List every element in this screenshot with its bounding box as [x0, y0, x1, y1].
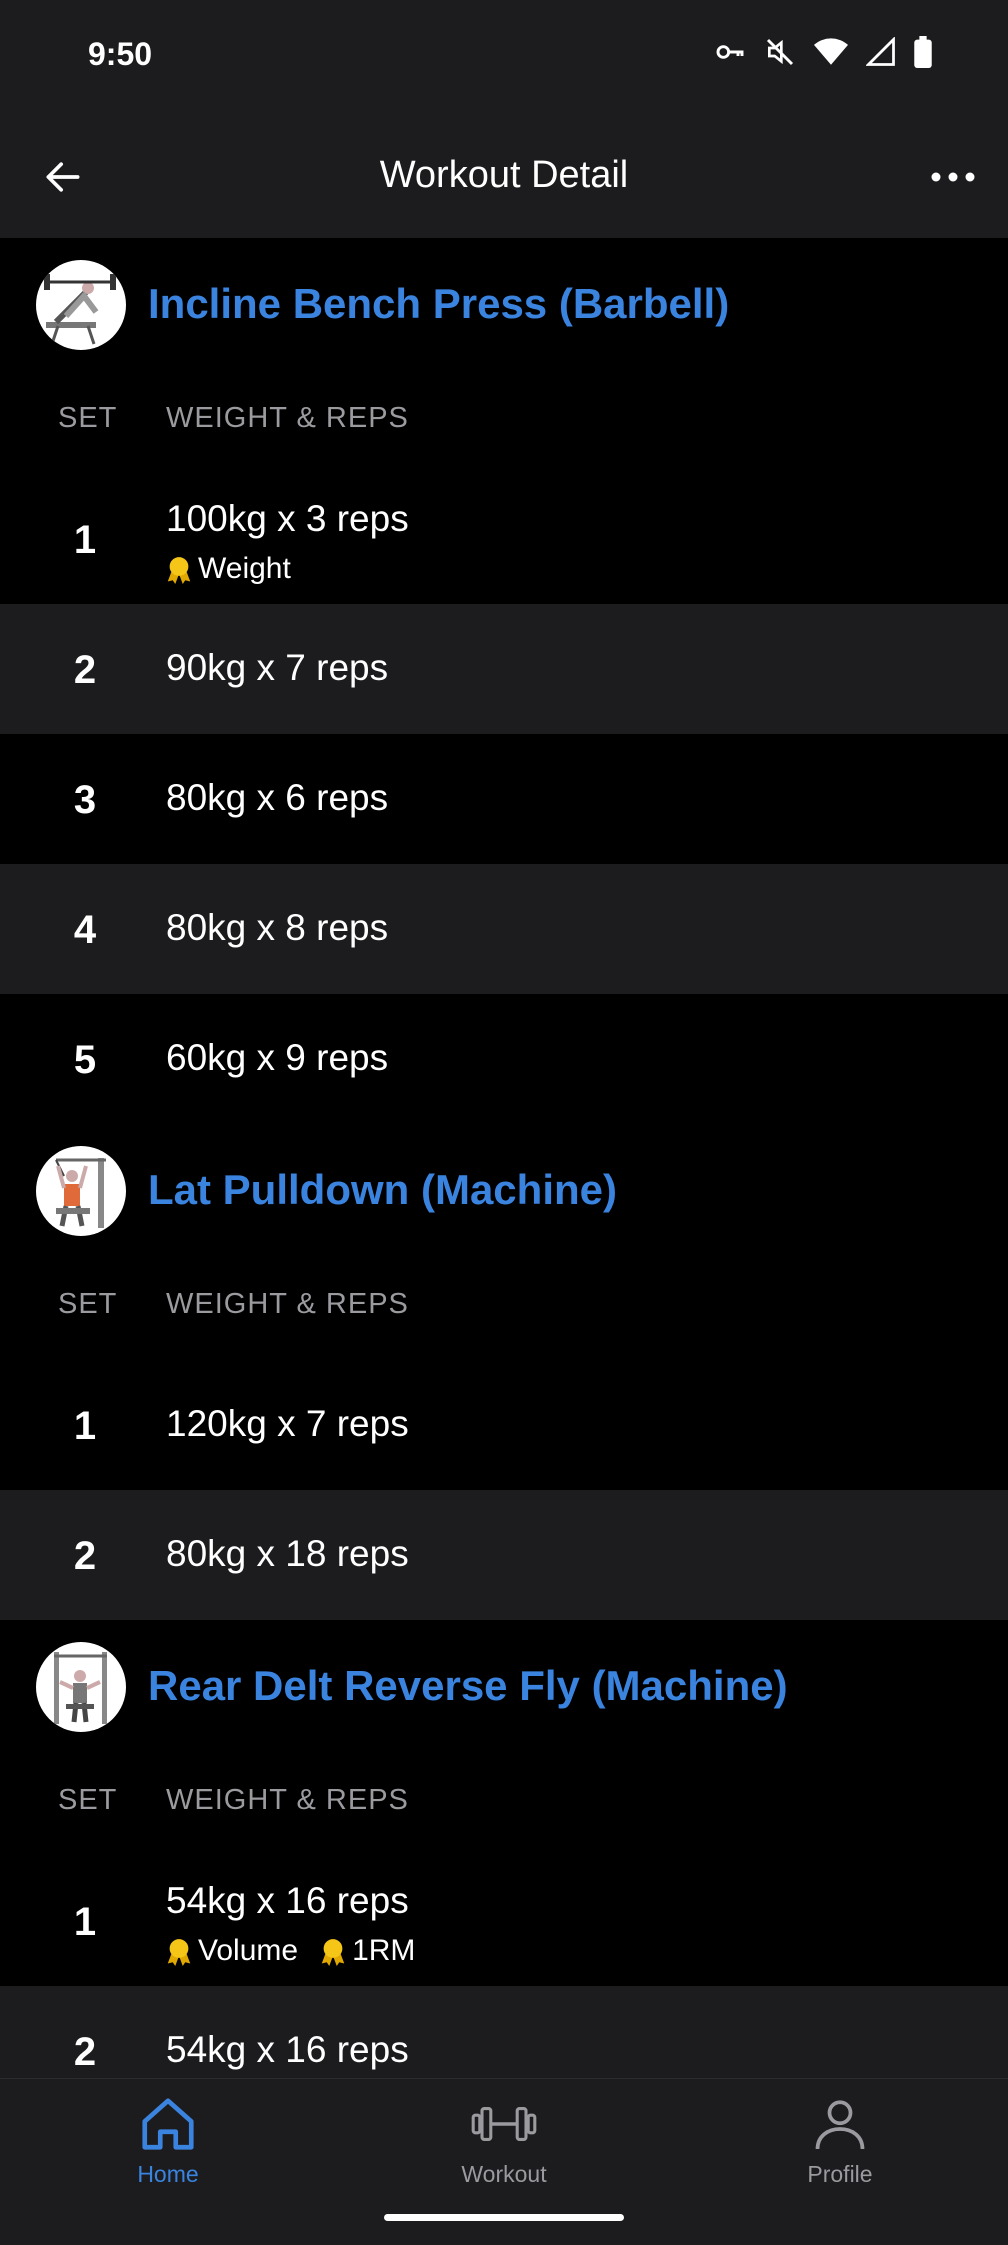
dumbbell-icon — [404, 2089, 604, 2159]
battery-icon — [914, 36, 932, 68]
exercise-thumbnail[interactable] — [36, 260, 126, 350]
set-number: 1 — [73, 518, 97, 562]
exercise-title[interactable]: Rear Delt Reverse Fly (Machine) — [148, 1662, 788, 1710]
set-weight-reps: 90kg x 7 reps — [166, 647, 389, 688]
set-number: 1 — [73, 1404, 97, 1448]
set-table-header: SET WEIGHT & REPS — [0, 1258, 1008, 1360]
wifi-icon — [814, 37, 848, 67]
medal-icon — [321, 1939, 345, 1966]
badge-label: Volume — [198, 1934, 299, 1967]
set-weight-reps: 54kg x 16 reps — [166, 2029, 409, 2070]
set-number: 5 — [73, 1038, 97, 1082]
set-weight-reps: 120kg x 7 reps — [166, 1403, 409, 1444]
page-title: Workout Detail — [379, 154, 629, 196]
set-row[interactable]: 3 80kg x 6 reps — [0, 734, 1008, 864]
set-row[interactable]: 2 90kg x 7 reps — [0, 604, 1008, 734]
set-row[interactable]: 1 120kg x 7 reps — [0, 1360, 1008, 1490]
exercise-card: Incline Bench Press (Barbell) SET WEIGHT… — [0, 238, 1008, 1124]
status-bar: 9:50 — [0, 0, 1008, 118]
set-column-label: SET — [58, 402, 118, 434]
nav-label-profile: Profile — [807, 2161, 873, 2187]
record-badge: Weight — [164, 552, 291, 586]
set-column-label: SET — [58, 1784, 118, 1816]
home-icon — [68, 2089, 268, 2159]
exercise-card: Rear Delt Reverse Fly (Machine) SET WEIG… — [0, 1620, 1008, 2078]
more-horizontal-icon — [930, 170, 976, 188]
set-row[interactable]: 1 54kg x 16 reps Volume 1RM — [0, 1856, 1008, 1986]
mute-icon — [764, 36, 796, 68]
set-number: 1 — [73, 1900, 97, 1944]
nav-label-home: Home — [137, 2161, 199, 2187]
set-weight-reps: 80kg x 6 reps — [166, 777, 389, 818]
set-weight-reps: 80kg x 18 reps — [166, 1533, 409, 1574]
status-time: 9:50 — [88, 36, 153, 72]
nav-item-home[interactable]: Home — [68, 2089, 268, 2199]
record-badges: Volume 1RM — [164, 1934, 415, 1968]
signal-icon — [866, 37, 896, 67]
bottom-navigation: Home Workout Profile — [0, 2078, 1008, 2245]
medal-icon — [167, 1939, 191, 1966]
more-options-button[interactable] — [924, 150, 982, 208]
weight-reps-column-label: WEIGHT & REPS — [166, 1288, 409, 1320]
set-row[interactable]: 2 80kg x 18 reps — [0, 1490, 1008, 1620]
vpn-key-icon — [714, 36, 746, 68]
set-weight-reps: 100kg x 3 reps — [166, 498, 409, 539]
rear-delt-fly-illustration — [54, 1652, 107, 1724]
exercise-header: Lat Pulldown (Machine) — [0, 1124, 1008, 1258]
set-table-header: SET WEIGHT & REPS — [0, 1754, 1008, 1856]
set-weight-reps: 54kg x 16 reps — [166, 1880, 409, 1921]
set-row[interactable]: 1 100kg x 3 reps Weight — [0, 474, 1008, 604]
exercise-title[interactable]: Lat Pulldown (Machine) — [148, 1166, 617, 1214]
exercise-thumbnail[interactable] — [36, 1642, 126, 1732]
set-number: 2 — [73, 648, 97, 692]
nav-label-workout: Workout — [461, 2161, 547, 2187]
person-icon — [740, 2089, 940, 2159]
set-weight-reps: 60kg x 9 reps — [166, 1037, 389, 1078]
badge-label: Weight — [198, 552, 291, 585]
nav-item-profile[interactable]: Profile — [740, 2089, 940, 2199]
exercise-header: Rear Delt Reverse Fly (Machine) — [0, 1620, 1008, 1754]
record-badge: 1RM — [318, 1934, 415, 1968]
medal-icon — [167, 557, 191, 584]
exercise-thumbnail[interactable] — [36, 1146, 126, 1236]
set-number: 2 — [73, 1534, 97, 1578]
set-column-label: SET — [58, 1288, 118, 1320]
incline-bench-illustration — [44, 274, 116, 345]
weight-reps-column-label: WEIGHT & REPS — [166, 402, 409, 434]
set-weight-reps: 80kg x 8 reps — [166, 907, 389, 948]
set-number: 2 — [73, 2030, 97, 2074]
record-badge: Volume — [164, 1934, 298, 1968]
record-badges: Weight — [164, 552, 291, 586]
status-icons — [714, 36, 932, 68]
set-table-header: SET WEIGHT & REPS — [0, 372, 1008, 474]
set-row[interactable]: 5 60kg x 9 reps — [0, 994, 1008, 1124]
set-number: 3 — [73, 778, 97, 822]
exercise-title[interactable]: Incline Bench Press (Barbell) — [148, 280, 729, 328]
set-row[interactable]: 4 80kg x 8 reps — [0, 864, 1008, 994]
home-indicator[interactable] — [384, 2214, 624, 2221]
exercise-header: Incline Bench Press (Barbell) — [0, 238, 1008, 372]
exercise-card: Lat Pulldown (Machine) SET WEIGHT & REPS… — [0, 1124, 1008, 1620]
nav-item-workout[interactable]: Workout — [404, 2089, 604, 2199]
badge-label: 1RM — [352, 1934, 416, 1967]
workout-detail-content[interactable]: Incline Bench Press (Barbell) SET WEIGHT… — [0, 238, 1008, 2078]
lat-pulldown-illustration — [55, 1158, 106, 1228]
app-bar: Workout Detail — [0, 118, 1008, 238]
set-number: 4 — [73, 908, 97, 952]
weight-reps-column-label: WEIGHT & REPS — [166, 1784, 409, 1816]
set-row[interactable]: 2 54kg x 16 reps — [0, 1986, 1008, 2078]
